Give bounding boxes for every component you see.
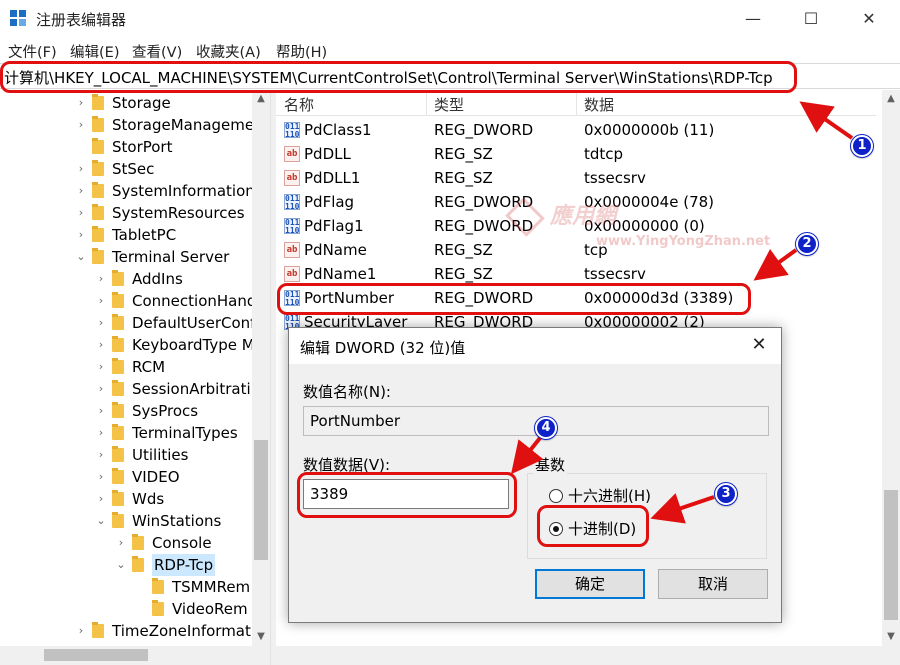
step-badge-4: 4 bbox=[535, 417, 557, 439]
step-badge-3: 3 bbox=[715, 483, 737, 505]
step-badge-1: 1 bbox=[851, 135, 873, 157]
step-badge-2: 2 bbox=[796, 233, 818, 255]
annotation-arrows bbox=[511, 101, 854, 524]
